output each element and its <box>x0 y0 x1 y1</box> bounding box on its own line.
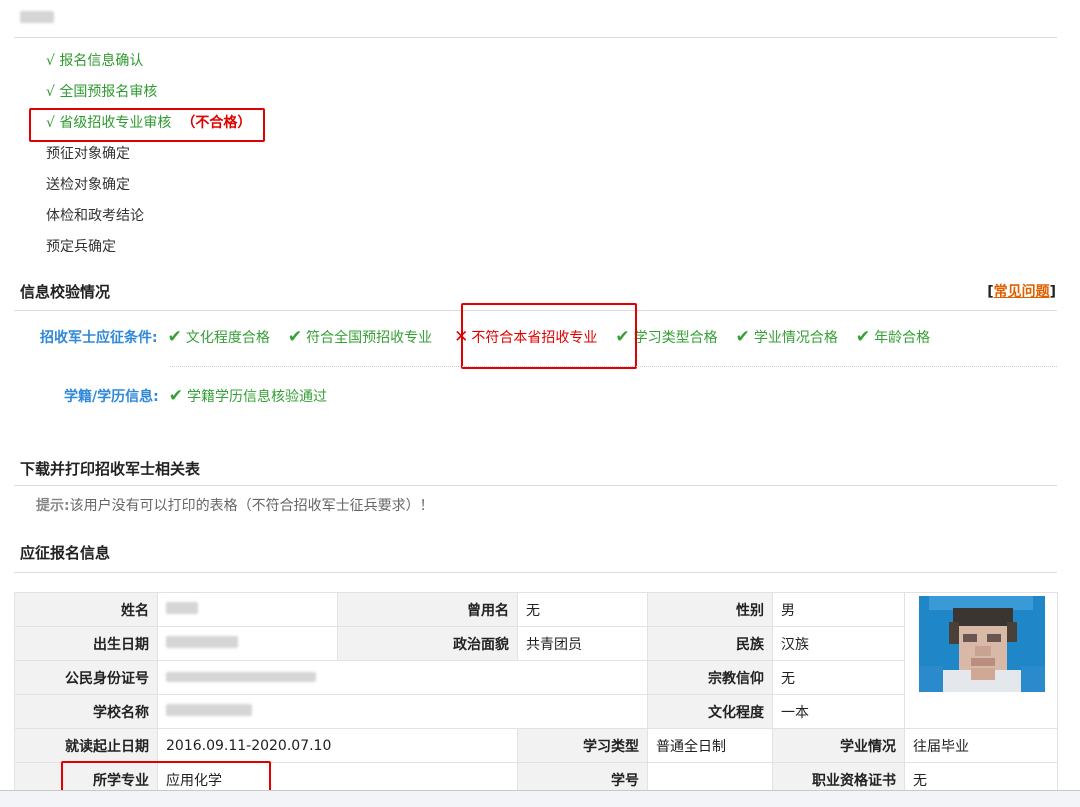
education-level-value: 一本 <box>772 694 905 729</box>
highlight-box <box>461 303 637 369</box>
period-label: 就读起止日期 <box>14 728 158 763</box>
step-label: 预征对象确定 <box>46 146 130 162</box>
condition-text: 符合全国预招收专业 <box>306 330 433 346</box>
period-value: 2016.09.11-2020.07.10 <box>157 728 518 763</box>
table-row: 学校名称 文化程度 一本 <box>14 694 1058 729</box>
name-label: 姓名 <box>14 592 158 627</box>
redacted-birth <box>166 635 238 648</box>
table-row: 就读起止日期 2016.09.11-2020.07.10 学习类型 普通全日制 … <box>14 728 1058 763</box>
name-value <box>157 592 338 627</box>
table-row: 公民身份证号 宗教信仰 无 <box>14 660 1058 695</box>
condition-item: ✔ 学业情况合格 <box>736 327 838 347</box>
religion-value: 无 <box>772 660 905 695</box>
birth-value <box>157 626 338 661</box>
education-row: 学籍/学历信息: ✔ 学籍学历信息核验通过 <box>64 386 345 406</box>
ethnicity-label: 民族 <box>647 626 773 661</box>
condition-text: 文化程度合格 <box>185 330 270 346</box>
check-icon: ✔ <box>168 386 183 406</box>
step-label: 预定兵确定 <box>46 239 116 255</box>
ethnicity-value: 汉族 <box>772 626 905 661</box>
bottom-bar <box>0 790 1080 807</box>
highlight-box <box>29 108 265 142</box>
religion-label: 宗教信仰 <box>647 660 773 695</box>
political-label: 政治面貌 <box>337 626 518 661</box>
redacted-school <box>166 703 252 716</box>
portrait-image <box>919 596 1045 692</box>
former-name-label: 曾用名 <box>337 592 518 627</box>
registration-divider <box>14 572 1057 573</box>
faq-link[interactable]: 常见问题 <box>994 284 1050 300</box>
check-icon: ✔ <box>855 327 871 347</box>
download-tip: 提示:该用户没有可以打印的表格（不符合招收军士征兵要求）！ <box>36 495 434 515</box>
faq-link-wrap: [常见问题] <box>987 281 1056 301</box>
step-label: 报名信息确认 <box>59 53 144 69</box>
tip-label: 提示: <box>36 498 70 514</box>
conditions-label: 招收军士应征条件: <box>40 330 158 346</box>
table-row: 姓名 曾用名 无 性别 男 <box>14 592 1058 729</box>
download-title: 下载并打印招收军士相关表 <box>20 460 201 478</box>
condition-text: 年龄合格 <box>874 330 931 346</box>
former-name-value: 无 <box>517 592 648 627</box>
condition-text: 学业情况合格 <box>753 330 838 346</box>
gender-label: 性别 <box>647 592 773 627</box>
condition-item: ✔ 年龄合格 <box>856 327 930 347</box>
step-label: 全国预报名审核 <box>59 84 158 100</box>
check-mark: √ <box>46 84 55 100</box>
education-item: ✔ 学籍学历信息核验通过 <box>169 386 327 406</box>
step-inspection: 送检对象确定 <box>46 176 251 207</box>
tip-text: 该用户没有可以打印的表格（不符合招收军士征兵要求）！ <box>69 498 434 514</box>
faq-bracket-close: ] <box>1049 284 1056 300</box>
step-final: 预定兵确定 <box>46 238 251 269</box>
condition-item: ✔ 文化程度合格 <box>168 327 270 347</box>
education-text: 学籍学历信息核验通过 <box>186 389 327 405</box>
check-mark: √ <box>46 53 55 69</box>
dotted-divider <box>170 366 1057 367</box>
academic-label: 学业情况 <box>772 728 905 763</box>
step-label: 体检和政考结论 <box>46 208 144 224</box>
check-icon: ✔ <box>735 327 750 347</box>
step-medical-political: 体检和政考结论 <box>46 207 251 238</box>
download-divider <box>14 485 1057 486</box>
condition-text: 学习类型合格 <box>633 330 718 346</box>
education-label: 学籍/学历信息: <box>64 389 159 405</box>
header-divider <box>14 37 1057 38</box>
step-pre-conscript: 预征对象确定 <box>46 145 251 176</box>
study-type-label: 学习类型 <box>517 728 648 763</box>
birth-label: 出生日期 <box>14 626 158 661</box>
step-label: 送检对象确定 <box>46 177 130 193</box>
school-value <box>157 694 648 729</box>
political-value: 共青团员 <box>517 626 648 661</box>
verify-title: 信息校验情况 <box>20 283 111 301</box>
gender-value: 男 <box>772 592 905 627</box>
id-label: 公民身份证号 <box>14 660 158 695</box>
site-logo <box>20 11 54 23</box>
study-type-value: 普通全日制 <box>647 728 773 763</box>
school-label: 学校名称 <box>14 694 158 729</box>
redacted-id <box>166 671 316 682</box>
registration-title: 应征报名信息 <box>20 544 111 562</box>
step-confirm: √ 报名信息确认 <box>46 52 251 83</box>
id-photo <box>919 596 1045 692</box>
redacted-name <box>166 601 198 614</box>
check-icon: ✔ <box>167 327 182 347</box>
check-icon: ✔ <box>287 327 303 347</box>
education-level-label: 文化程度 <box>647 694 773 729</box>
academic-value: 往届毕业 <box>904 728 1058 763</box>
condition-item: ✔ 符合全国预招收专业 <box>288 327 432 347</box>
progress-steps: √ 报名信息确认 √ 全国预报名审核 √ 省级招收专业审核 （不合格） 预征对象确… <box>46 52 251 269</box>
id-value <box>157 660 648 695</box>
table-row: 出生日期 政治面貌 共青团员 民族 汉族 <box>14 626 1058 661</box>
